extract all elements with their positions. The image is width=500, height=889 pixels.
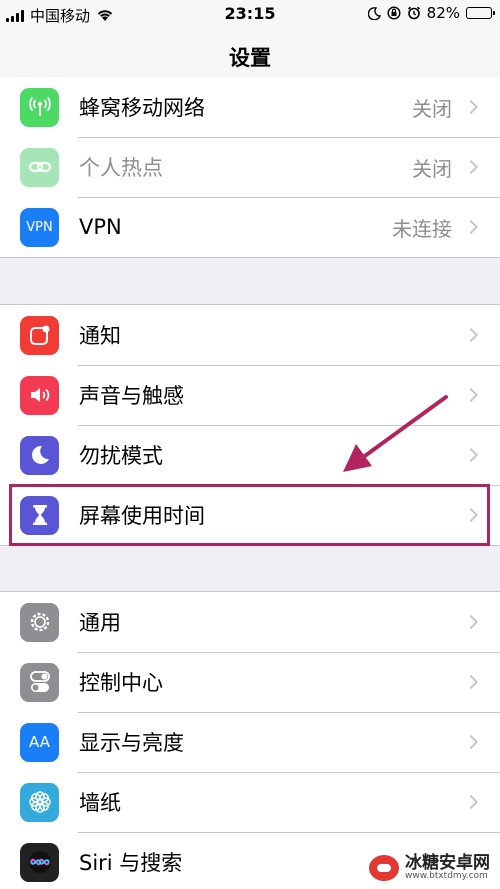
settings-row-label: 墙纸 — [79, 791, 121, 815]
chevron-right-icon — [463, 99, 479, 115]
navigation-bar: 设置 — [0, 30, 500, 84]
watermark: 冰糖安卓网 www.btxtdmy.com — [365, 853, 494, 883]
vpn-icon: VPN — [20, 207, 59, 247]
chevron-right-icon — [463, 614, 479, 630]
settings-row-label: VPN — [79, 215, 122, 239]
settings-row-vpn[interactable]: VPN VPN 未连接 — [0, 197, 500, 257]
chevron-right-icon — [463, 794, 479, 810]
settings-row-label: 屏幕使用时间 — [79, 504, 205, 528]
chevron-right-icon — [463, 734, 479, 750]
status-bar: 中国移动 23:15 82% — [0, 0, 500, 30]
settings-row-label: 通知 — [79, 324, 121, 348]
settings-row-sounds[interactable]: 声音与触感 — [0, 365, 500, 425]
watermark-logo-icon — [369, 855, 399, 881]
settings-row-cellular[interactable]: 蜂窝移动网络 关闭 — [0, 77, 500, 137]
chevron-right-icon — [463, 447, 479, 463]
settings-row-do-not-disturb[interactable]: 勿扰模式 — [0, 425, 500, 485]
battery-percent: 82% — [426, 4, 460, 22]
hotspot-link-icon — [20, 147, 59, 187]
chevron-right-icon — [463, 674, 479, 690]
flower-icon — [20, 782, 59, 822]
cellular-antenna-icon — [20, 87, 59, 127]
moon-icon — [20, 435, 59, 475]
watermark-url: www.btxtdmy.com — [405, 871, 488, 881]
settings-row-screen-time[interactable]: 屏幕使用时间 — [0, 485, 500, 545]
settings-row-label: 控制中心 — [79, 671, 163, 695]
settings-group-general: 通用 控制中心 AA 显示与亮度 墙纸 Siri 与搜索 — [0, 591, 500, 889]
battery-icon — [466, 7, 495, 19]
vpn-icon-text: VPN — [26, 219, 53, 235]
text-size-icon: AA — [20, 722, 59, 762]
chevron-right-icon — [463, 327, 479, 343]
gear-icon — [20, 602, 59, 642]
settings-row-notifications[interactable]: 通知 — [0, 305, 500, 365]
chevron-right-icon — [463, 219, 479, 235]
chevron-right-icon — [463, 387, 479, 403]
notification-icon — [20, 315, 59, 355]
watermark-title: 冰糖安卓网 — [405, 853, 490, 873]
alarm-icon — [407, 6, 420, 20]
chevron-right-icon — [463, 507, 479, 523]
settings-row-general[interactable]: 通用 — [0, 592, 500, 652]
settings-row-hotspot[interactable]: 个人热点 关闭 — [0, 137, 500, 197]
settings-row-value: 关闭 — [412, 156, 452, 181]
settings-row-wallpaper[interactable]: 墙纸 — [0, 772, 500, 832]
settings-row-label: 显示与亮度 — [79, 731, 184, 755]
toggles-icon — [20, 662, 59, 702]
settings-row-label: 声音与触感 — [79, 384, 184, 408]
siri-icon — [20, 842, 59, 882]
page-title: 设置 — [229, 45, 271, 70]
settings-row-value: 未连接 — [392, 216, 452, 241]
settings-group-connectivity: 蜂窝移动网络 关闭 个人热点 关闭 VPN VPN 未连接 — [0, 77, 500, 258]
speaker-icon — [20, 375, 59, 415]
settings-row-control-center[interactable]: 控制中心 — [0, 652, 500, 712]
text-size-icon-text: AA — [29, 733, 50, 751]
moon-status-icon — [367, 6, 381, 20]
settings-row-label: 通用 — [79, 611, 121, 635]
settings-row-label: 勿扰模式 — [79, 444, 163, 468]
chevron-right-icon — [463, 159, 479, 175]
rotation-lock-icon — [387, 6, 401, 20]
settings-row-display[interactable]: AA 显示与亮度 — [0, 712, 500, 772]
hourglass-icon — [20, 495, 59, 535]
settings-row-label: 蜂窝移动网络 — [79, 96, 205, 120]
settings-row-value: 关闭 — [412, 96, 452, 121]
settings-group-notifications: 通知 声音与触感 勿扰模式 屏幕使用时间 — [0, 304, 500, 546]
status-right: 82% — [367, 4, 495, 22]
settings-row-label: 个人热点 — [79, 156, 163, 180]
